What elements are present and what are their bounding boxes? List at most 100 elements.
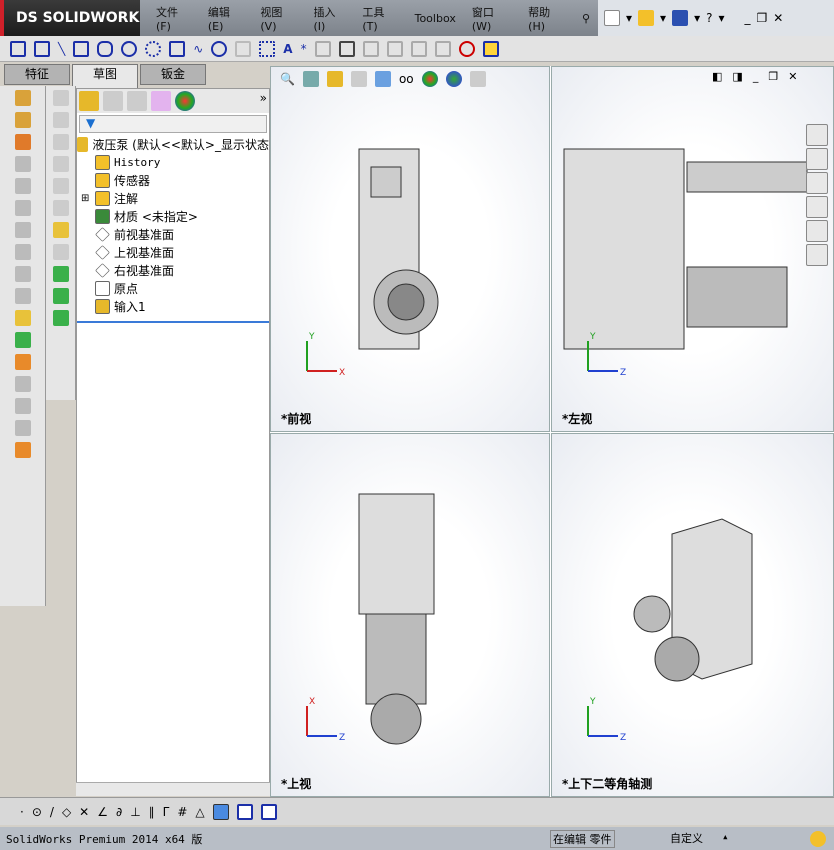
zoom-to-fit-icon[interactable]: 🔍 (280, 72, 295, 86)
block-icon[interactable] (52, 310, 69, 326)
tree-item[interactable]: 前视基准面 (77, 225, 269, 243)
fillet-icon[interactable] (235, 40, 252, 57)
cube-tool-icon[interactable] (52, 112, 69, 128)
menu-window[interactable]: 窗口(W) (464, 4, 520, 33)
home-icon[interactable] (806, 124, 828, 146)
fillet-feature-icon[interactable] (14, 178, 31, 194)
pin-icon[interactable]: ⚲ (574, 12, 598, 25)
extrude-icon[interactable] (14, 90, 31, 106)
parallel-icon[interactable]: ∥ (149, 805, 155, 819)
scene-icon[interactable] (445, 71, 462, 87)
perpendicular-icon[interactable]: ⊥ (130, 805, 140, 819)
cut-icon[interactable] (14, 156, 31, 172)
revolve-icon[interactable] (14, 112, 31, 128)
shaded-view-icon[interactable] (212, 803, 229, 820)
tree-item[interactable]: 原点 (77, 279, 269, 297)
menu-toolbox[interactable]: Toolbox (407, 12, 464, 25)
instant2d-icon[interactable] (482, 40, 499, 57)
tree-root-part[interactable]: 液压泵 (默认<<默认>_显示状态 (77, 135, 269, 153)
cube-tool-icon[interactable] (52, 178, 69, 194)
menu-help[interactable]: 帮助(H) (520, 4, 574, 33)
repair-sketch-icon[interactable] (458, 40, 475, 57)
expand-plus-icon[interactable]: ⊞ (81, 193, 89, 204)
dome-icon[interactable] (14, 288, 31, 304)
tab-sketch[interactable]: 草图 (72, 64, 138, 88)
tile-right-icon[interactable]: ◨ (732, 70, 742, 83)
file-explorer-icon[interactable] (806, 172, 828, 194)
line-icon[interactable]: ╲ (58, 42, 65, 56)
circle-icon[interactable]: ⊙ (32, 805, 42, 819)
rectangle-icon[interactable] (73, 40, 90, 57)
viewport-front[interactable]: Y X *前视 (270, 66, 550, 432)
tree-item[interactable]: 传感器 (77, 171, 269, 189)
curves-icon[interactable] (14, 332, 31, 348)
display-relations-icon[interactable] (434, 40, 451, 57)
unit-menu-arrow-icon[interactable]: ▴ (722, 830, 729, 843)
cube-tool-icon[interactable] (52, 200, 69, 216)
edit-sketch-icon[interactable] (52, 222, 69, 238)
point-icon[interactable]: · (20, 805, 24, 819)
pattern-icon[interactable] (14, 376, 31, 392)
menu-edit[interactable]: 编辑(E) (200, 4, 253, 33)
text-icon[interactable]: A (283, 42, 292, 56)
tab-features[interactable]: 特征 (4, 64, 70, 85)
new-document-icon[interactable] (604, 10, 620, 26)
viewport-isometric[interactable]: Y Z *上下二等角轴测 (551, 433, 834, 797)
sketch-icon[interactable] (10, 40, 26, 57)
unit-system-button[interactable]: 自定义 (670, 830, 703, 846)
polygon-icon[interactable] (169, 40, 186, 57)
angle-icon[interactable]: ∠ (97, 805, 108, 819)
tree-item[interactable]: History (77, 153, 269, 171)
four-view-icon[interactable] (260, 803, 277, 820)
display-manager-tab-icon[interactable] (175, 91, 195, 111)
plane-tool-icon[interactable] (52, 90, 69, 106)
cube-tool-icon[interactable] (52, 134, 69, 150)
graphics-area[interactable]: Y X *前视 Y Z *左视 X Z *上视 Y Z *上下二等角轴测 (270, 66, 834, 797)
tree-horizontal-scrollbar[interactable] (76, 782, 270, 796)
rebuild-tag-icon[interactable] (810, 831, 826, 847)
expand-icon[interactable]: » (260, 91, 267, 111)
single-view-icon[interactable] (236, 803, 253, 820)
viewport-minimize-button[interactable]: _ (753, 70, 759, 83)
tab-sheet-metal[interactable]: 钣金 (140, 64, 206, 85)
move-icon[interactable] (52, 266, 69, 282)
tree-item[interactable]: ⊞ 注解 (77, 189, 269, 207)
solidworks-logo[interactable]: DS SOLIDWORKS (0, 0, 149, 36)
linear-pattern-icon[interactable] (386, 40, 403, 57)
sweep-icon[interactable] (14, 134, 31, 150)
previous-view-icon[interactable] (302, 71, 319, 87)
viewport-left[interactable]: Y Z *左视 (551, 66, 834, 432)
grid-icon[interactable]: # (177, 805, 187, 819)
spline-icon[interactable]: ∿ (193, 42, 203, 56)
rollback-bar[interactable] (77, 321, 269, 323)
appearance-icon[interactable] (421, 71, 438, 87)
menu-insert[interactable]: 插入(I) (305, 4, 354, 33)
display-style-icon[interactable] (374, 71, 391, 87)
point-icon[interactable]: * (301, 42, 307, 56)
viewport-restore-button[interactable]: ❐ (768, 70, 778, 83)
save-icon[interactable] (672, 10, 689, 26)
move-entities-icon[interactable] (410, 40, 427, 57)
intersect-icon[interactable] (14, 442, 31, 458)
restore-button[interactable]: ❐ (757, 11, 768, 25)
view-settings-icon[interactable] (469, 71, 486, 87)
tree-item[interactable]: 材质 <未指定> (77, 207, 269, 225)
instant3d-icon[interactable] (14, 354, 31, 370)
view-palette-icon[interactable] (806, 196, 828, 218)
mirror-icon[interactable] (314, 40, 331, 57)
property-manager-tab-icon[interactable] (103, 91, 123, 111)
smart-dimension-icon[interactable] (34, 40, 50, 57)
tree-item[interactable]: 输入1 (77, 297, 269, 315)
triangle-icon[interactable]: △ (195, 805, 204, 819)
menu-view[interactable]: 视图(V) (252, 4, 305, 33)
mirror-feature-icon[interactable] (14, 398, 31, 414)
construction-icon[interactable] (259, 40, 276, 57)
rib-icon[interactable] (14, 222, 31, 238)
relation-icon[interactable] (52, 244, 69, 260)
tangent-icon[interactable]: ∂ (116, 805, 122, 819)
hide-show-icon[interactable]: oo (399, 72, 414, 86)
feature-manager-tab-icon[interactable] (79, 91, 99, 111)
corner-icon[interactable]: Γ (163, 805, 170, 819)
view-orientation-icon[interactable] (350, 71, 367, 87)
custom-properties-icon[interactable] (806, 244, 828, 266)
